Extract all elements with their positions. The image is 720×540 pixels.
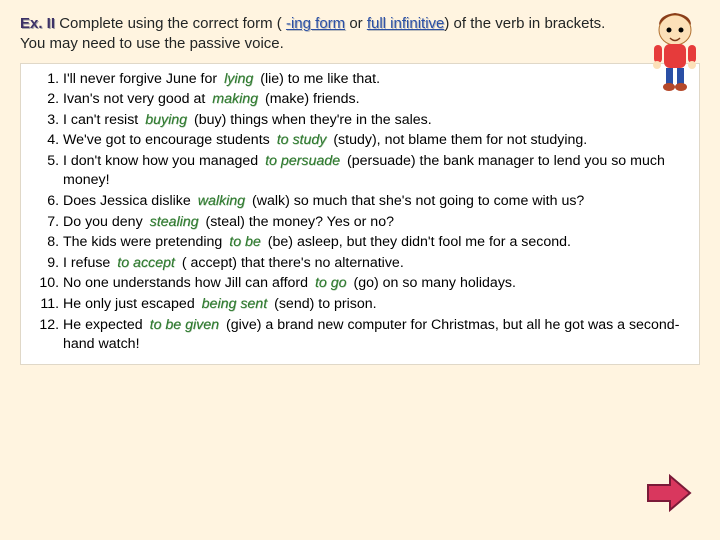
highlight-ing-form: -ing form [286, 15, 345, 32]
answer: stealing [147, 214, 202, 230]
answer: to study [274, 132, 330, 148]
answer: to accept [114, 255, 178, 271]
list-item: The kids were pretending to be (be) asle… [63, 233, 689, 253]
list-item: I don't know how you managed to persuade… [63, 152, 689, 191]
list-item: He expected to be given (give) a brand n… [63, 316, 689, 355]
cartoon-boy-illustration [642, 10, 708, 92]
exercise-list: I'll never forgive June for lying (lie) … [31, 70, 689, 355]
list-item: I refuse to accept ( accept) that there'… [63, 254, 689, 274]
list-item: I can't resist buying (buy) things when … [63, 111, 689, 131]
answer: being sent [199, 296, 270, 312]
answer: to persuade [262, 153, 343, 169]
answer: to be [226, 234, 264, 250]
list-item: Do you deny stealing (steal) the money? … [63, 213, 689, 233]
slide: Ex. II Complete using the correct form (… [0, 0, 720, 540]
list-item: He only just escaped being sent (send) t… [63, 295, 689, 315]
answer: to be given [147, 317, 222, 333]
exercise-list-box: I'll never forgive June for lying (lie) … [20, 63, 700, 365]
answer: lying [221, 71, 256, 87]
highlight-full-infinitive: full infinitive [367, 15, 445, 32]
arrow-right-icon [646, 473, 692, 513]
list-item: I'll never forgive June for lying (lie) … [63, 70, 689, 90]
instruction-part1: Complete using the correct form ( [59, 15, 282, 32]
exercise-label: Ex. II [20, 15, 55, 32]
list-item: Does Jessica dislike walking (walk) so m… [63, 192, 689, 212]
answer: walking [195, 193, 248, 209]
answer: buying [142, 112, 190, 128]
answer: making [209, 91, 261, 107]
list-item: No one understands how Jill can afford t… [63, 274, 689, 294]
answer: to go [312, 275, 350, 291]
list-item: Ivan's not very good at making (make) fr… [63, 90, 689, 110]
next-arrow-button[interactable] [646, 473, 692, 518]
instruction-or: or [349, 15, 367, 32]
exercise-instruction: Ex. II Complete using the correct form (… [20, 14, 700, 55]
list-item: We've got to encourage students to study… [63, 131, 689, 151]
